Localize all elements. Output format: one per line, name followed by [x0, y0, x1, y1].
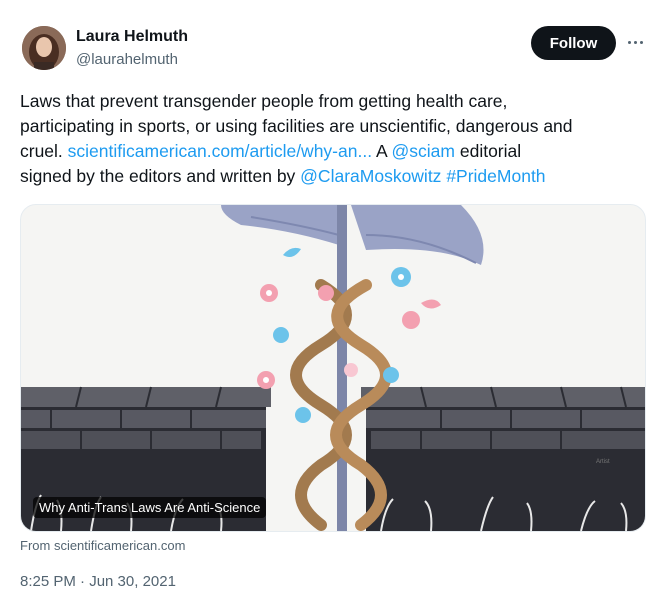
tweet-timestamp[interactable]: 8:25 PM · Jun 30, 2021	[20, 573, 176, 590]
tweet-text: Laws that prevent transgender people fro…	[20, 89, 645, 189]
tweet-text-fragment: editorial	[455, 141, 522, 161]
article-link[interactable]: scientificamerican.com/article/why-an...	[68, 141, 372, 161]
tweet-text-line: cruel.	[20, 141, 68, 161]
card-illustration: Artist	[21, 205, 645, 531]
more-options-icon[interactable]	[624, 32, 646, 52]
card-title[interactable]: Why Anti-Trans Laws Are Anti-Science	[33, 497, 267, 518]
tweet-text-line: participating in sports, or using facili…	[20, 116, 573, 136]
tweet-text-line: Laws that prevent transgender people fro…	[20, 91, 508, 111]
mention-claramoskowitz[interactable]: @ClaraMoskowitz	[300, 166, 441, 186]
mention-sciam[interactable]: @sciam	[392, 141, 455, 161]
tweet-text-line: signed by the editors and written by	[20, 166, 301, 186]
hashtag-pridemonth[interactable]: #PrideMonth	[446, 166, 545, 186]
author-name[interactable]: Laura Helmuth	[76, 28, 188, 46]
author-handle[interactable]: @laurahelmuth	[76, 51, 178, 68]
artist-signature: Artist	[596, 459, 610, 465]
card-source[interactable]: From scientificamerican.com	[20, 538, 185, 553]
avatar[interactable]	[22, 26, 66, 70]
link-card[interactable]: Artist Why Anti-Trans Laws Are Anti-Scie…	[20, 204, 646, 532]
tweet-text-fragment: A	[372, 141, 392, 161]
follow-button[interactable]: Follow	[531, 26, 616, 60]
tweet: Laura Helmuth @laurahelmuth Follow Laws …	[0, 0, 660, 606]
